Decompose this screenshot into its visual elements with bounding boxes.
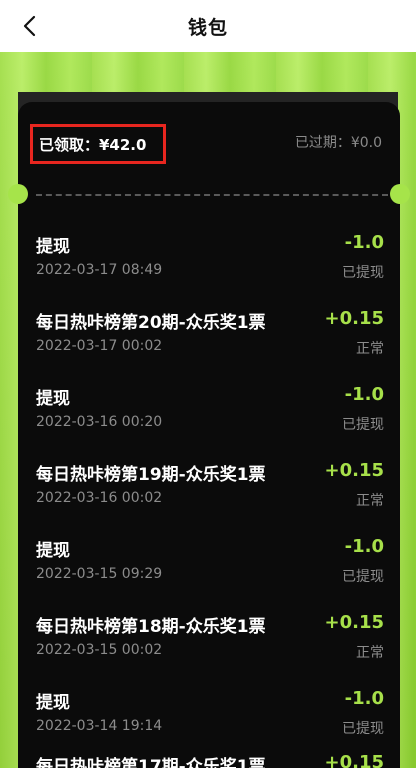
transaction-item[interactable]: 每日热咔榜第19期-众乐奖1票 2022-03-16 00:02 +0.15 正… [36,460,384,536]
card-notch-right [390,184,410,204]
transaction-item[interactable]: 每日热咔榜第17期-众乐奖1票 +0.15 [36,752,384,768]
transaction-status: 正常 [356,493,384,509]
transaction-item[interactable]: 每日热咔榜第18期-众乐奖1票 2022-03-15 00:02 +0.15 正… [36,612,384,688]
transaction-amount: +0.15 [324,612,385,633]
transaction-item[interactable]: 提现 2022-03-16 00:20 -1.0 已提现 [36,384,384,460]
transaction-title: 提现 [36,237,70,257]
transaction-title: 每日热咔榜第18期-众乐奖1票 [36,617,266,637]
expired-amount: 已过期：¥0.0 [294,135,382,151]
transaction-item[interactable]: 提现 2022-03-15 09:29 -1.0 已提现 [36,536,384,612]
transaction-time: 2022-03-15 00:02 [36,642,163,658]
page-title: 钱包 [187,16,228,39]
transaction-time: 2022-03-17 08:49 [36,262,163,278]
transaction-time: 2022-03-17 00:02 [36,338,163,354]
transaction-title: 每日热咔榜第19期-众乐奖1票 [36,465,266,485]
transaction-status: 已提现 [342,569,384,585]
card-notch-left [8,184,28,204]
claimed-amount-text: 已领取：¥42.0 [39,135,147,154]
transaction-amount: +0.15 [324,752,385,768]
transaction-amount: -1.0 [344,536,384,557]
transaction-status: 已提现 [342,265,384,281]
transaction-amount: -1.0 [344,688,384,709]
transaction-title: 提现 [36,389,70,409]
transaction-status: 正常 [356,645,384,661]
transaction-time: 2022-03-16 00:20 [36,414,163,430]
chevron-left-icon [23,15,36,37]
transaction-time: 2022-03-15 09:29 [36,566,163,582]
claimed-amount: 已领取：¥42.0 [30,124,166,164]
transaction-time: 2022-03-16 00:02 [36,490,163,506]
top-nav-bar: 钱包 [0,0,416,52]
back-button[interactable] [14,10,46,42]
dashed-divider [36,194,388,196]
transaction-title: 每日热咔榜第20期-众乐奖1票 [36,313,266,333]
transaction-amount: +0.15 [324,308,385,329]
transaction-item[interactable]: 提现 2022-03-17 08:49 -1.0 已提现 [36,232,384,308]
transaction-status: 已提现 [342,417,384,433]
transaction-title: 每日热咔榜第17期-众乐奖1票 [36,757,266,768]
transaction-amount: +0.15 [324,460,385,481]
transaction-status: 正常 [356,341,384,357]
transaction-time: 2022-03-14 19:14 [36,718,163,734]
transaction-title: 提现 [36,541,70,561]
transaction-title: 提现 [36,693,70,713]
transaction-amount: -1.0 [344,384,384,405]
transaction-amount: -1.0 [344,232,384,253]
transaction-status: 已提现 [342,721,384,737]
transaction-item[interactable]: 每日热咔榜第20期-众乐奖1票 2022-03-17 00:02 +0.15 正… [36,308,384,384]
